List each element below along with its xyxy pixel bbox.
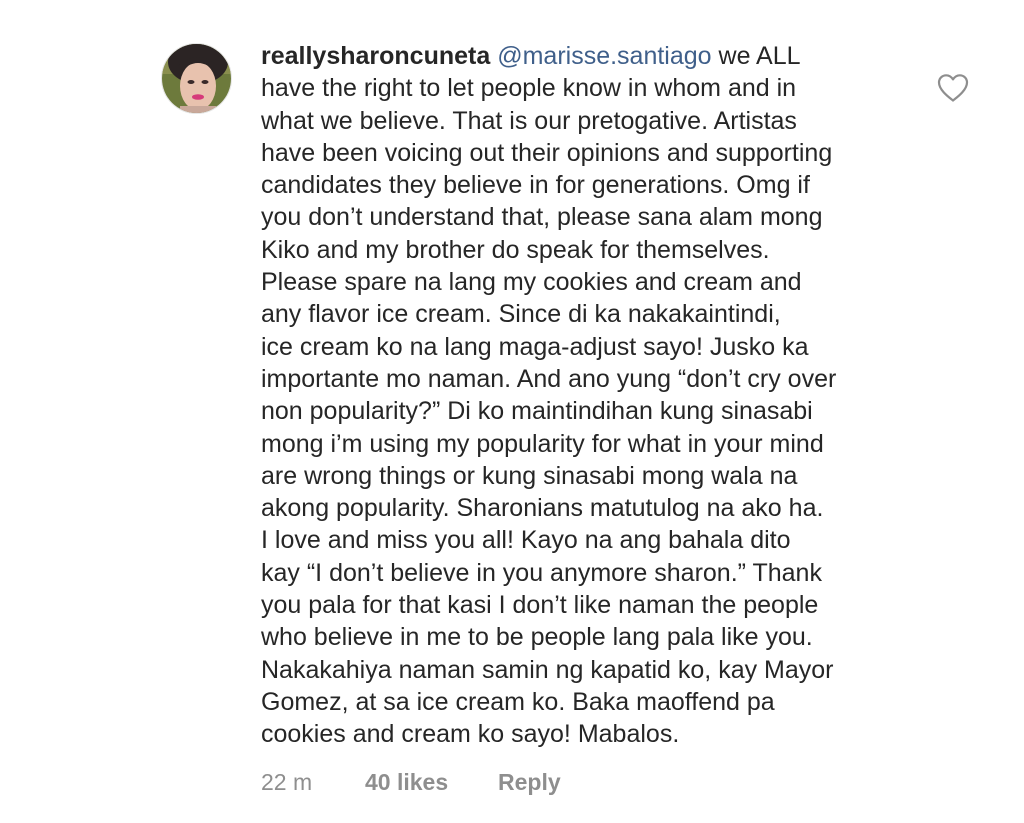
comment-line: kay “I don’t believe in you anymore shar… <box>261 558 822 587</box>
reply-button[interactable]: Reply <box>498 769 561 796</box>
comment-meta: 22 m 40 likes Reply <box>261 766 561 798</box>
comment-line: have the right to let people know in who… <box>261 74 797 103</box>
comment-username[interactable]: reallysharoncuneta <box>261 42 490 70</box>
comment-line: reallysharoncuneta @marisse.santiago we … <box>261 40 911 72</box>
like-button[interactable] <box>936 73 970 103</box>
comment-timestamp: 22 m <box>261 768 313 795</box>
comment-line: Nakakahiya naman samin ng kapatid ko, ka… <box>261 655 834 684</box>
comment-line: mong i’m using my popularity for what in… <box>261 429 824 458</box>
heart-outline-icon <box>937 74 969 102</box>
comment-line: I love and miss you all! Kayo na ang bah… <box>261 526 791 555</box>
comment-line: you don’t understand that, please sana a… <box>261 203 823 232</box>
comment-line: ice cream ko na lang maga-adjust sayo! J… <box>261 332 809 361</box>
avatar[interactable] <box>161 43 232 114</box>
comment-line: you pala for that kasi I don’t like nama… <box>261 591 819 620</box>
comment-line: Gomez, at sa ice cream ko. Baka maoffend… <box>261 687 775 716</box>
comment-line: any flavor ice cream. Since di ka nakaka… <box>261 300 781 329</box>
comment-line: who believe in me to be people lang pala… <box>261 623 813 652</box>
comment-line: non popularity?” Di ko maintindihan kung… <box>261 397 813 426</box>
comment-line: cookies and cream ko sayo! Mabalos. <box>261 720 680 749</box>
comment-line: are wrong things or kung sinasabi mong w… <box>261 461 798 490</box>
comment: reallysharoncuneta @marisse.santiago we … <box>0 0 1024 823</box>
comment-line: importante mo naman. And ano yung “don’t… <box>261 364 837 393</box>
comment-text: we ALL <box>711 42 801 70</box>
comment-line: akong popularity. Sharonians matutulog n… <box>261 494 824 523</box>
comment-line: what we believe. That is our pretogative… <box>261 106 797 135</box>
mention-link[interactable]: @marisse.santiago <box>497 42 711 70</box>
comment-line: Please spare na lang my cookies and crea… <box>261 268 802 297</box>
likes-count-button[interactable]: 40 likes <box>365 769 498 796</box>
comment-line: Kiko and my brother do speak for themsel… <box>261 235 770 264</box>
comment-line: have been voicing out their opinions and… <box>261 138 833 167</box>
avatar-image <box>162 44 231 113</box>
comment-body: reallysharoncuneta @marisse.santiago we … <box>261 40 911 751</box>
comment-line: candidates they believe in for generatio… <box>261 171 810 200</box>
